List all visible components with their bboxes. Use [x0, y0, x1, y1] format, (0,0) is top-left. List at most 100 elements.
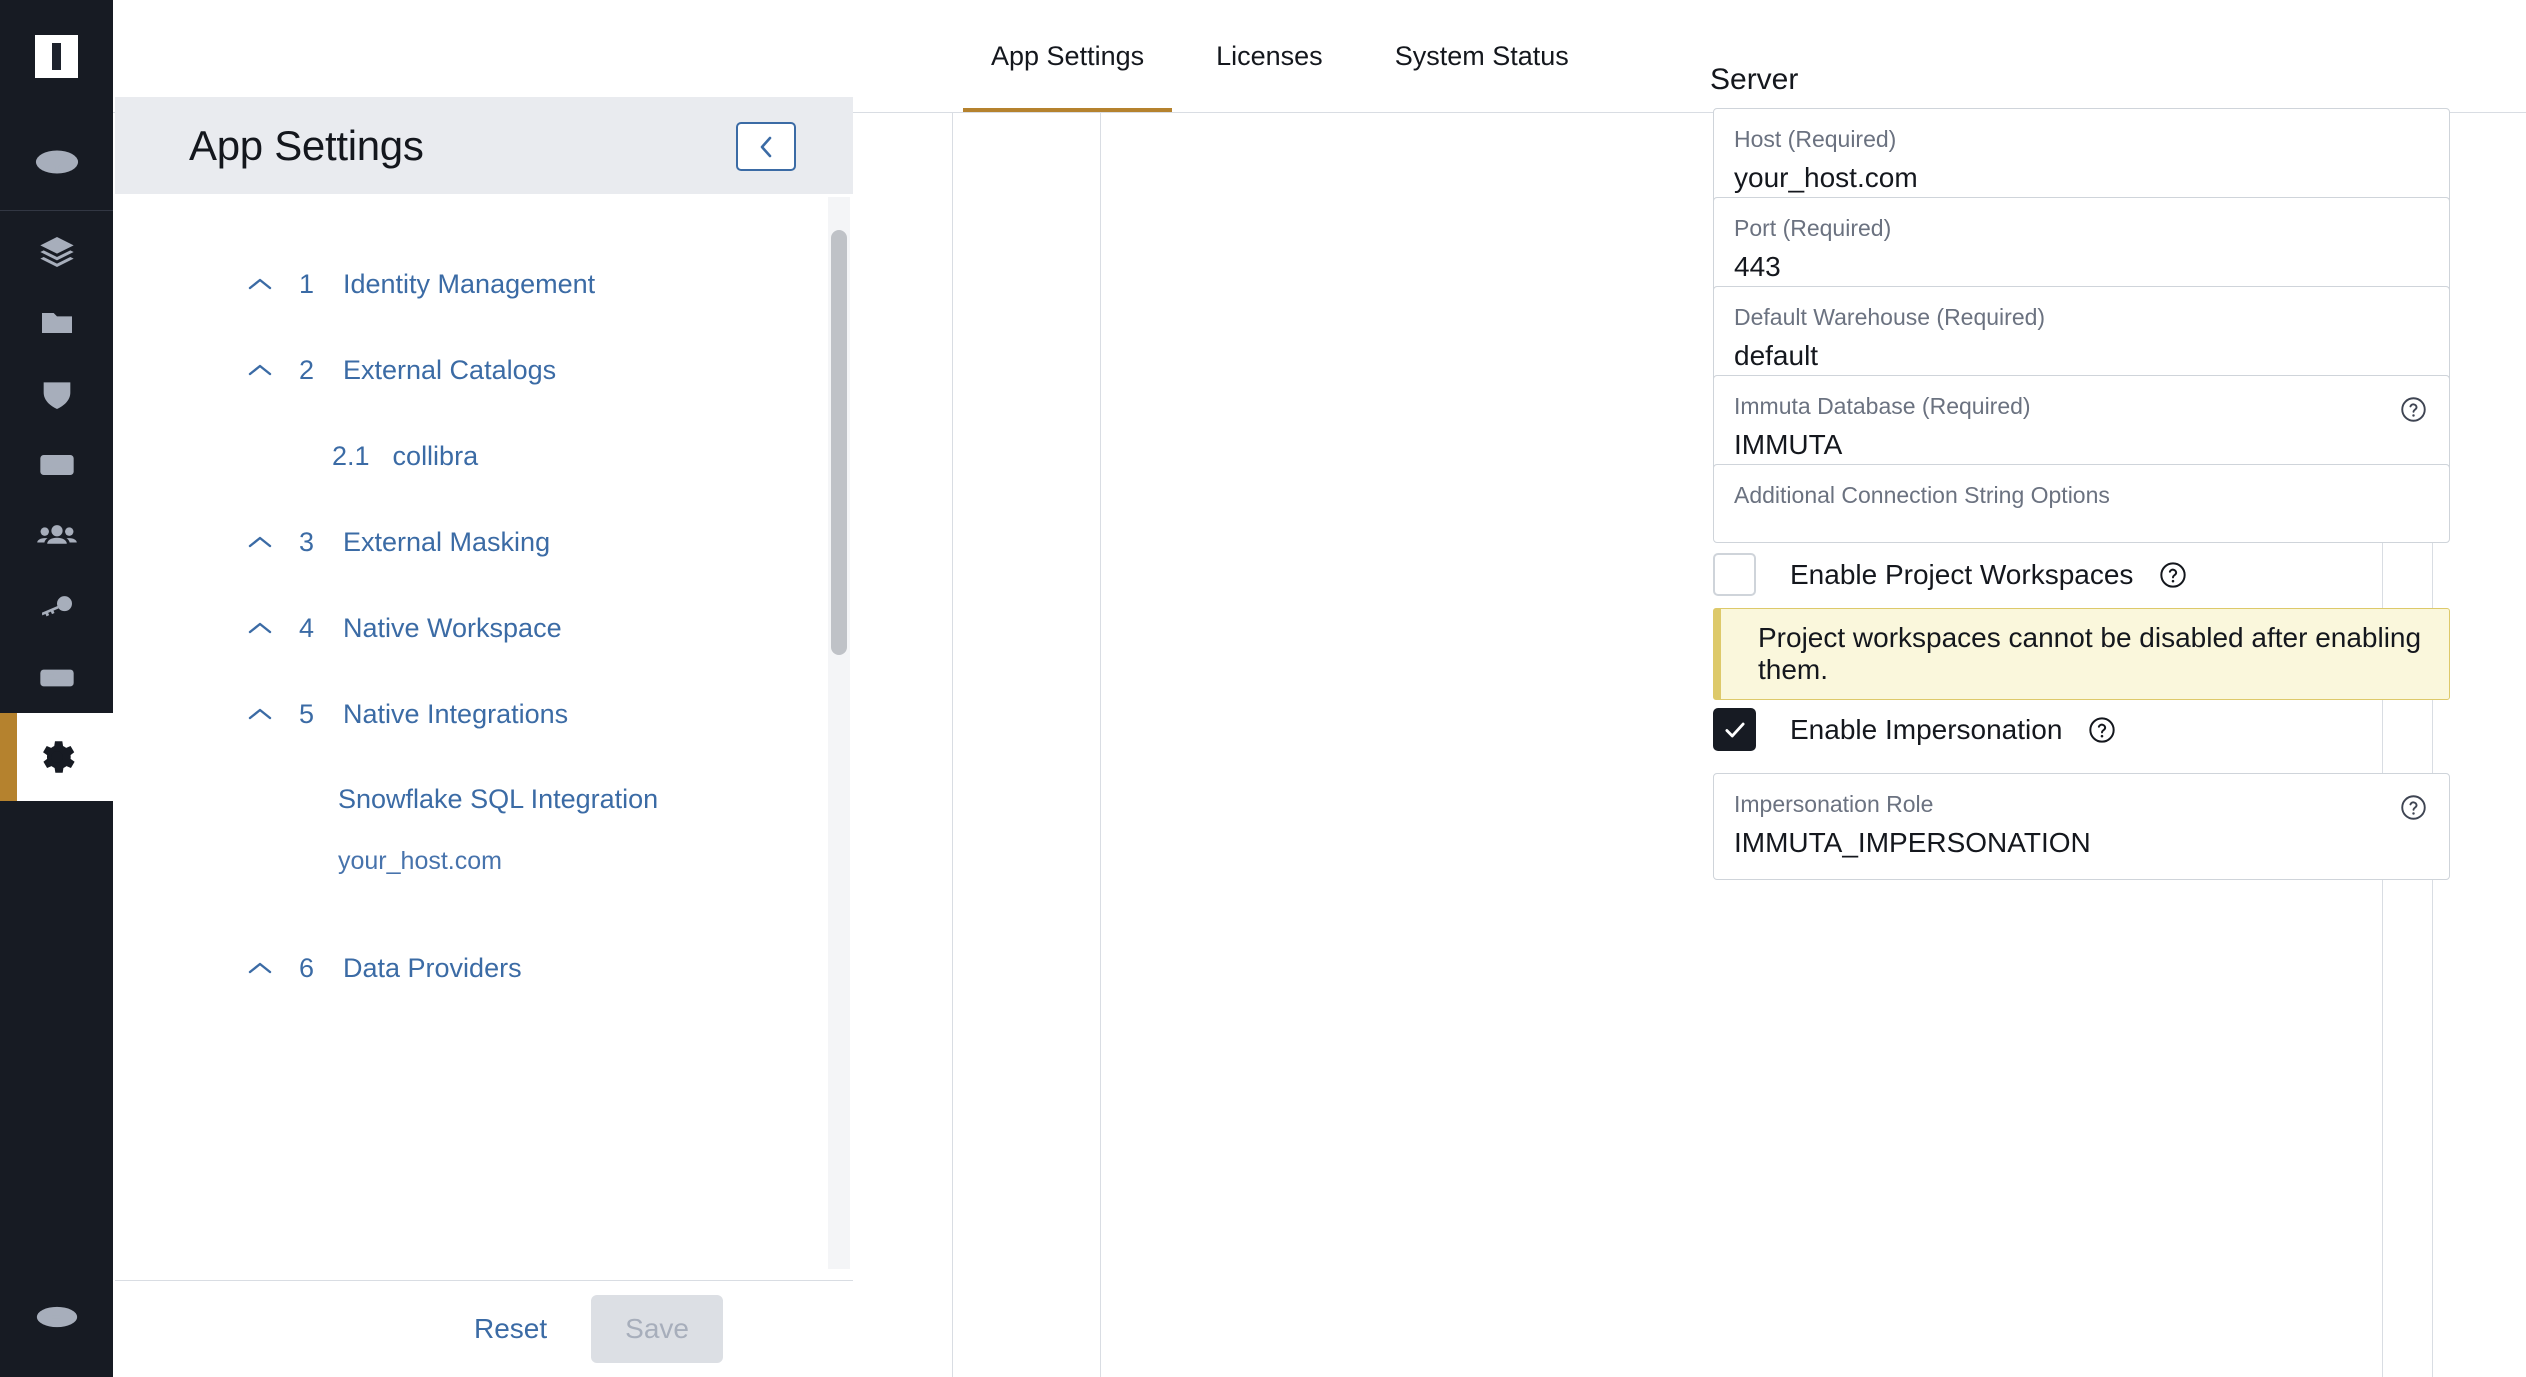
checkbox-row-enable-impersonation: Enable Impersonation [1713, 708, 2116, 751]
save-button[interactable]: Save [591, 1295, 723, 1363]
question-circle-icon[interactable] [2088, 716, 2116, 744]
page-title: App Settings [189, 121, 424, 169]
field-label: Default Warehouse (Required) [1734, 304, 2046, 330]
sidebar-item-query-engine[interactable] [0, 429, 113, 500]
nav-scroll-area: 1 Identity Management 2 External Catalog… [115, 194, 853, 1280]
chevron-up-icon[interactable] [245, 276, 275, 292]
settings-nav-panel: App Settings 1 Identity Management 2 Ext… [115, 97, 853, 1377]
gear-icon [42, 741, 75, 773]
left-icon-rail [0, 0, 113, 1377]
nav-item-snowflake-sql-integration[interactable]: Snowflake SQL Integration [115, 768, 853, 830]
chevron-left-icon [760, 136, 772, 157]
sidebar-item-projects[interactable] [0, 287, 113, 358]
nav-section-native-workspace[interactable]: 4 Native Workspace [115, 596, 853, 660]
nav-integration-host: your_host.com [338, 846, 502, 875]
nav-subitem-label: collibra [392, 440, 479, 471]
sidebar-item-governance[interactable] [0, 571, 113, 642]
nav-section-number: 3 [299, 526, 315, 557]
field-value[interactable]: 443 [1734, 251, 2429, 283]
nav-section-external-catalogs[interactable]: 2 External Catalogs [115, 338, 853, 402]
nav-section-data-providers[interactable]: 6 Data Providers [115, 936, 853, 1000]
nav-section-native-integrations[interactable]: 5 Native Integrations [115, 682, 853, 746]
app-root: App Settings Licenses System Status App … [0, 0, 2526, 1377]
document-icon [39, 669, 74, 686]
nav-section-number: 2 [299, 354, 315, 385]
nav-section-external-masking[interactable]: 3 External Masking [115, 510, 853, 574]
nav-subitem-number: 2.1 [332, 440, 370, 471]
question-circle-icon[interactable] [2400, 794, 2427, 826]
checkbox-row-enable-project-workspaces: Enable Project Workspaces [1713, 553, 2187, 596]
rail-divider [0, 210, 113, 211]
content-divider-inner [1100, 113, 1101, 1377]
nav-scrollbar-thumb[interactable] [831, 230, 847, 655]
field-label: Impersonation Role [1734, 791, 1934, 817]
tab-list: App Settings Licenses System Status [955, 0, 1605, 113]
sidebar-item-data-sources[interactable] [0, 216, 113, 287]
field-value[interactable]: IMMUTA [1734, 429, 2429, 461]
nav-panel-header: App Settings [115, 97, 853, 194]
nav-section-number: 6 [299, 952, 315, 983]
nav-section-identity-management[interactable]: 1 Identity Management [115, 252, 853, 316]
chevron-up-icon[interactable] [245, 706, 275, 722]
nav-item-integration-host[interactable]: your_host.com [115, 830, 853, 892]
project-workspaces-notice: Project workspaces cannot be disabled af… [1713, 608, 2450, 700]
main-content: Server Host (Required) your_host.com Por… [952, 63, 2526, 1377]
chevron-up-icon[interactable] [245, 362, 275, 378]
tab-label: System Status [1394, 41, 1569, 71]
notice-text: Project workspaces cannot be disabled af… [1758, 622, 2422, 685]
question-circle-icon[interactable] [2159, 561, 2187, 589]
layers-icon [39, 236, 74, 267]
form-section-title: Server [1710, 63, 1799, 96]
logout-icon [36, 1306, 77, 1328]
collapse-panel-button[interactable] [736, 122, 796, 171]
checkbox-label: Enable Project Workspaces [1790, 558, 2134, 590]
sidebar-item-audit[interactable] [0, 642, 113, 713]
nav-section-number: 1 [299, 268, 315, 299]
checkbox-label: Enable Impersonation [1790, 713, 2063, 745]
sidebar-item-people[interactable] [0, 500, 113, 571]
nav-section-label: Data Providers [343, 952, 522, 983]
terminal-icon [39, 454, 74, 475]
tab-app-settings[interactable]: App Settings [955, 0, 1180, 113]
sidebar-item-app-settings[interactable] [0, 713, 113, 801]
nav-integration-name: Snowflake SQL Integration [338, 783, 659, 814]
people-icon [36, 524, 77, 544]
field-additional-connection-string-options[interactable]: Additional Connection String Options [1713, 464, 2450, 543]
question-circle-icon[interactable] [2400, 396, 2427, 428]
field-label: Additional Connection String Options [1734, 482, 2110, 508]
tab-licenses[interactable]: Licenses [1180, 0, 1359, 113]
nav-panel-footer: Reset Save [115, 1280, 853, 1377]
logout-button[interactable] [0, 1257, 113, 1377]
tab-system-status[interactable]: System Status [1359, 0, 1605, 113]
chevron-up-icon[interactable] [245, 960, 275, 976]
nav-section-label: External Catalogs [343, 354, 557, 385]
check-icon [1724, 722, 1745, 737]
nav-section-label: Native Integrations [343, 698, 569, 729]
chevron-up-icon[interactable] [245, 620, 275, 636]
nav-section-number: 4 [299, 612, 315, 643]
enable-project-workspaces-checkbox[interactable] [1713, 553, 1756, 596]
field-impersonation-role[interactable]: Impersonation Role IMMUTA_IMPERSONATION [1713, 773, 2450, 880]
tab-label: App Settings [991, 41, 1145, 71]
enable-impersonation-checkbox[interactable] [1713, 708, 1756, 751]
immuta-logo[interactable] [0, 0, 113, 113]
field-value[interactable]: default [1734, 340, 2429, 372]
field-label: Port (Required) [1734, 215, 1892, 241]
nav-section-number: 5 [299, 698, 315, 729]
sidebar-item-policies[interactable] [0, 358, 113, 429]
plus-circle-icon [35, 150, 78, 173]
add-button[interactable] [0, 113, 113, 210]
field-value[interactable]: IMMUTA_IMPERSONATION [1734, 827, 2429, 859]
tab-label: Licenses [1216, 41, 1323, 71]
folder-icon [41, 312, 72, 333]
nav-section-label: Identity Management [343, 268, 596, 299]
reset-button[interactable]: Reset [464, 1305, 557, 1353]
shield-icon [43, 381, 70, 409]
nav-section-label: External Masking [343, 526, 551, 557]
chevron-up-icon[interactable] [245, 534, 275, 550]
field-label: Immuta Database (Required) [1734, 393, 2031, 419]
field-value[interactable]: your_host.com [1734, 162, 2429, 194]
nav-list: 1 Identity Management 2 External Catalog… [115, 194, 853, 1000]
key-icon [41, 595, 72, 616]
nav-subitem-collibra[interactable]: 2.1 collibra [115, 424, 853, 488]
